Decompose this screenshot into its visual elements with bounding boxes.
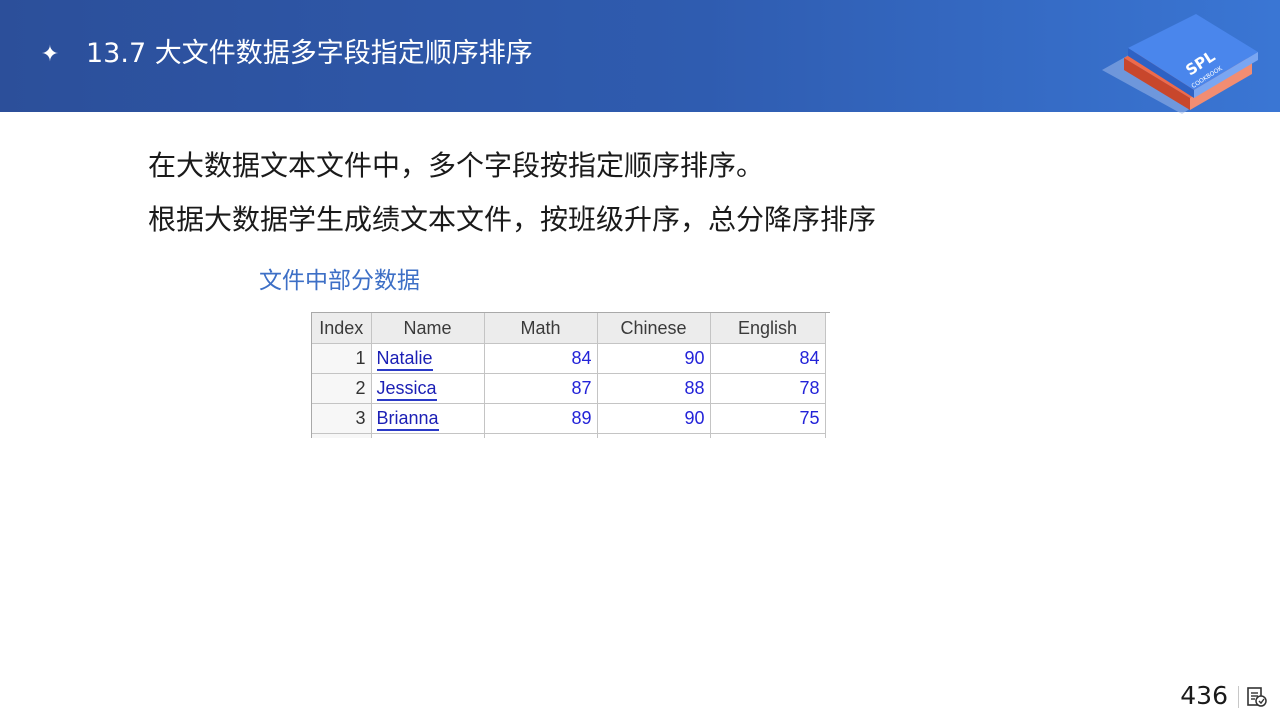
chinese-cell: 88 xyxy=(597,373,711,404)
column-header-name: Name xyxy=(371,313,485,344)
math-cell: 87 xyxy=(484,373,598,404)
row-index: 3 xyxy=(312,403,372,434)
name-link-cell[interactable]: Natalie xyxy=(371,343,485,374)
name-link[interactable]: Jessica xyxy=(376,378,437,401)
table-row: 1 Natalie 84 90 84 xyxy=(312,343,826,374)
intro-text: 在大数据文本文件中，多个字段按指定顺序排序。 xyxy=(148,149,765,182)
cell-stub xyxy=(371,433,485,438)
column-header-index: Index xyxy=(312,313,372,344)
row-index-stub xyxy=(312,433,372,438)
spl-cookbook-logo: SPL COOKBOOK xyxy=(1102,14,1258,114)
column-header-chinese: Chinese xyxy=(597,313,711,344)
task-text: 根据大数据学生成绩文本文件，按班级升序，总分降序排序 xyxy=(148,203,877,236)
star-bullet-icon: ✦ xyxy=(40,42,60,67)
name-link[interactable]: Brianna xyxy=(376,408,439,431)
name-link[interactable]: Natalie xyxy=(376,348,433,371)
column-header-math: Math xyxy=(484,313,598,344)
slide-title: 13.7 大文件数据多字段指定顺序排序 xyxy=(86,38,533,69)
footer-divider xyxy=(1238,686,1239,708)
table-row: 3 Brianna 89 90 75 xyxy=(312,403,826,434)
notes-icon[interactable] xyxy=(1246,686,1268,708)
page-number: 436 xyxy=(1180,681,1228,710)
data-preview-grid: Index Name Math Chinese English 1 Natali… xyxy=(311,312,830,438)
name-link-cell[interactable]: Jessica xyxy=(371,373,485,404)
name-link-cell[interactable]: Brianna xyxy=(371,403,485,434)
cell-stub xyxy=(484,433,598,438)
chinese-cell: 90 xyxy=(597,403,711,434)
english-cell: 84 xyxy=(710,343,826,374)
table-row-partial xyxy=(312,433,826,438)
english-cell: 78 xyxy=(710,373,826,404)
cell-stub xyxy=(710,433,826,438)
math-cell: 84 xyxy=(484,343,598,374)
table-header-row: Index Name Math Chinese English xyxy=(312,313,826,344)
column-header-english: English xyxy=(710,313,826,344)
chinese-cell: 90 xyxy=(597,343,711,374)
math-cell: 89 xyxy=(484,403,598,434)
row-index: 1 xyxy=(312,343,372,374)
table-caption: 文件中部分数据 xyxy=(259,268,420,294)
row-index: 2 xyxy=(312,373,372,404)
english-cell: 75 xyxy=(710,403,826,434)
table-row: 2 Jessica 87 88 78 xyxy=(312,373,826,404)
slide-header: ✦ 13.7 大文件数据多字段指定顺序排序 SPL COOKBOOK xyxy=(0,0,1280,114)
cell-stub xyxy=(597,433,711,438)
